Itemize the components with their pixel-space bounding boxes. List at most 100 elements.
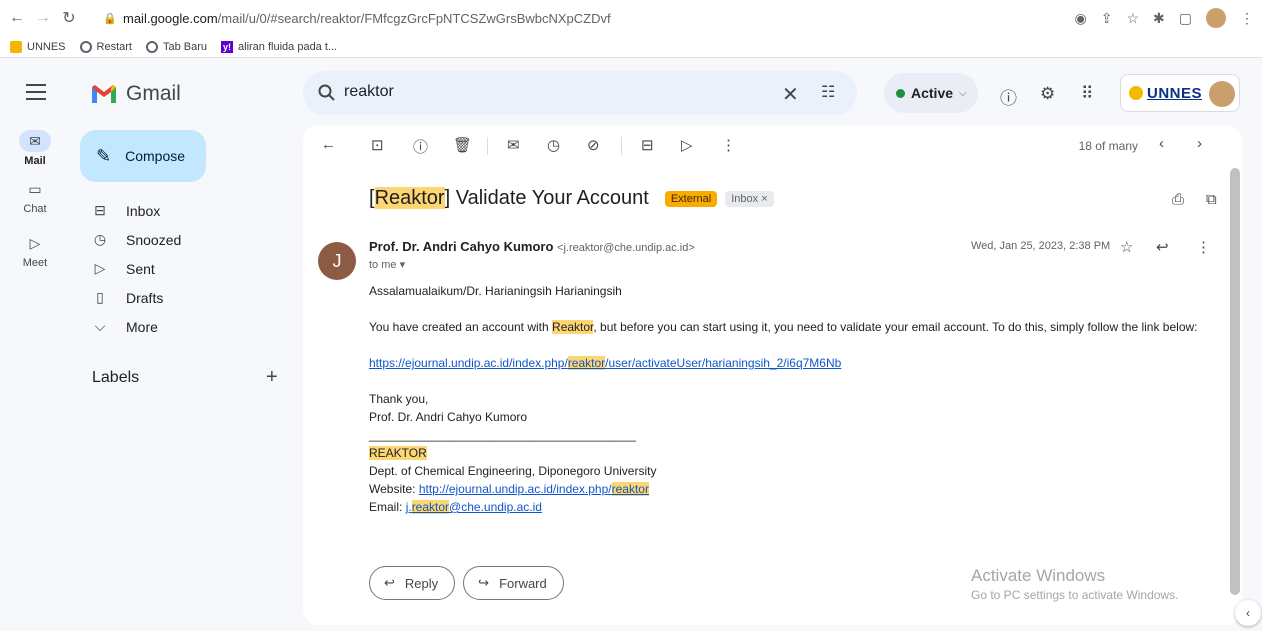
email-link[interactable]: j.reaktor@che.undip.ac.id <box>406 500 542 514</box>
signature-org: REAKTOR <box>369 446 427 460</box>
folder-more[interactable]: ⌵ More <box>80 312 290 341</box>
body-paragraph: You have created an account with Reaktor… <box>369 320 1198 334</box>
eye-icon[interactable]: ◉ <box>1075 10 1087 27</box>
status-label: Active <box>911 85 954 101</box>
chat-icon: ▭ <box>28 180 42 197</box>
video-icon: ▷ <box>29 234 41 251</box>
folder-sent[interactable]: ▷ Sent <box>80 254 290 283</box>
status-selector[interactable]: Active ⌵ <box>884 73 978 113</box>
activation-link[interactable]: https://ejournal.undip.ac.id/index.php/r… <box>369 354 1229 372</box>
settings-icon[interactable]: ⚙ <box>1040 84 1055 104</box>
search-bar <box>303 71 857 115</box>
yahoo-icon: y! <box>221 40 234 53</box>
send-icon: ▷ <box>94 260 106 276</box>
help-icon[interactable]: ⓘ <box>1000 84 1017 109</box>
bookmark-unnes[interactable]: UNNES <box>10 40 66 53</box>
rail-item-meet[interactable]: ▷ Meet <box>0 232 70 292</box>
archive-icon[interactable]: ⊡ <box>371 136 384 154</box>
print-icon[interactable]: ⎙ <box>1172 191 1184 208</box>
forward-arrow-icon[interactable]: → <box>32 7 54 29</box>
search-options-icon[interactable]: ☷ <box>821 82 835 102</box>
mark-unread-icon[interactable]: ✉ <box>507 136 520 154</box>
folder-inbox[interactable]: ⊟ Inbox <box>80 196 290 225</box>
older-chevron-icon[interactable]: › <box>1197 135 1202 152</box>
account-avatar[interactable] <box>1207 79 1237 109</box>
inbox-label-chip[interactable]: Inbox × <box>725 190 774 207</box>
kebab-menu-icon[interactable]: ⋮ <box>1240 10 1254 27</box>
star-icon[interactable]: ☆ <box>1120 238 1133 256</box>
gmail-logo[interactable]: Gmail <box>90 82 181 106</box>
move-to-icon[interactable]: ⊟ <box>641 136 654 154</box>
sidepanel-icon[interactable]: ▢ <box>1179 10 1192 27</box>
back-arrow-icon[interactable]: ← <box>6 7 28 29</box>
bookmark-aliran[interactable]: y! aliran fluida pada t... <box>221 40 337 53</box>
browser-profile-avatar[interactable] <box>1206 8 1226 28</box>
sender-email: <j.reaktor@che.undip.ac.id> <box>557 242 695 254</box>
unnes-emblem-icon <box>1129 86 1143 100</box>
windows-activation-watermark: Activate Windows Go to PC settings to ac… <box>971 566 1179 602</box>
more-options-icon[interactable]: ⋮ <box>1196 238 1211 256</box>
folder-drafts[interactable]: ▯ Drafts <box>80 283 290 312</box>
gmail-m-icon <box>90 83 118 105</box>
org-logo-text: UNNES <box>1147 84 1203 102</box>
compose-button[interactable]: ✎ Compose <box>80 130 206 182</box>
back-to-search-icon[interactable]: ← <box>321 136 336 153</box>
signature-website: Website: http://ejournal.undip.ac.id/ind… <box>369 482 649 496</box>
folder-list: ⊟ Inbox ◷ Snoozed ▷ Sent ▯ Drafts ⌵ More <box>80 196 290 341</box>
more-options-icon[interactable]: ⋮ <box>721 136 736 154</box>
sender-name[interactable]: Prof. Dr. Andri Cahyo Kumoro <box>369 239 553 254</box>
reply-icon[interactable]: ↩ <box>1156 238 1169 256</box>
delete-icon[interactable]: 🗑 <box>453 136 472 154</box>
message-subject: [Reaktor] Validate Your Account External… <box>369 187 774 210</box>
search-icon[interactable] <box>317 83 337 103</box>
message-body: Assalamualaikum/Dr. Harianingsih Hariani… <box>369 282 1229 516</box>
report-spam-icon[interactable]: ⓘ <box>413 136 428 157</box>
snooze-icon[interactable]: ◷ <box>547 136 560 154</box>
forward-button[interactable]: ↪ Forward <box>463 566 564 600</box>
inbox-icon: ⊟ <box>94 202 106 218</box>
bookmark-tab-baru[interactable]: Tab Baru <box>145 40 207 53</box>
apps-grid-icon[interactable]: ⠿ <box>1081 84 1093 104</box>
reload-icon[interactable]: ↻ <box>58 7 80 29</box>
extensions-icon[interactable]: ✱ <box>1153 10 1165 27</box>
pencil-icon: ✎ <box>96 145 112 166</box>
open-new-window-icon[interactable]: ⧉ <box>1206 191 1217 208</box>
main-menu-icon[interactable] <box>26 84 46 100</box>
search-input[interactable] <box>344 83 764 101</box>
toolbar-divider <box>487 137 488 155</box>
external-badge: External <box>664 190 718 207</box>
status-dot <box>896 88 905 98</box>
url-path: /mail/u/0/#search/reaktor/FMfcgzGrcFpNTC… <box>217 10 611 26</box>
rail-item-chat[interactable]: ▭ Chat <box>0 178 70 238</box>
reply-button[interactable]: ↩ Reply <box>369 566 456 600</box>
newer-chevron-icon[interactable]: ‹ <box>1159 135 1164 152</box>
mail-icon: ✉ <box>19 130 51 152</box>
remove-label-icon[interactable]: × <box>761 193 767 205</box>
add-label-icon[interactable]: + <box>266 366 278 389</box>
side-panel-toggle-icon[interactable]: ‹ <box>1235 600 1261 626</box>
recipient-details[interactable]: to me ▾ <box>369 258 405 271</box>
folder-icon <box>10 40 22 53</box>
signature-rule: ________________________________________ <box>369 428 636 442</box>
clear-search-icon[interactable]: ✕ <box>782 82 799 107</box>
bookmark-restart[interactable]: Restart <box>79 40 132 53</box>
star-icon[interactable]: ☆ <box>1126 10 1139 27</box>
app-name: Gmail <box>126 82 181 105</box>
greeting: Assalamualaikum/Dr. Harianingsih Hariani… <box>369 284 622 298</box>
scrollbar-thumb[interactable] <box>1230 168 1240 595</box>
globe-icon <box>145 40 158 53</box>
share-icon[interactable]: ⇪ <box>1101 10 1113 27</box>
sign-off: Thank you, <box>369 392 429 406</box>
forward-icon: ↪ <box>478 575 490 590</box>
chevron-down-icon: ⌵ <box>959 87 967 99</box>
folder-snoozed[interactable]: ◷ Snoozed <box>80 225 290 254</box>
sender-avatar: J <box>318 242 356 280</box>
caret-down-icon: ▾ <box>399 259 406 271</box>
url-domain: mail.google.com <box>123 10 218 26</box>
message-panel: ← ⊡ ⓘ 🗑 ✉ ◷ ⊘ ⊟ ▷ ⋮ 18 of many ‹ › [Reak… <box>303 125 1242 625</box>
sender-line: Prof. Dr. Andri Cahyo Kumoro <j.reaktor@… <box>369 239 695 254</box>
website-link[interactable]: http://ejournal.undip.ac.id/index.php/re… <box>419 482 649 496</box>
add-task-icon[interactable]: ⊘ <box>587 136 600 154</box>
subject-text: [Reaktor] Validate Your Account <box>369 187 649 209</box>
label-icon[interactable]: ▷ <box>681 136 693 154</box>
